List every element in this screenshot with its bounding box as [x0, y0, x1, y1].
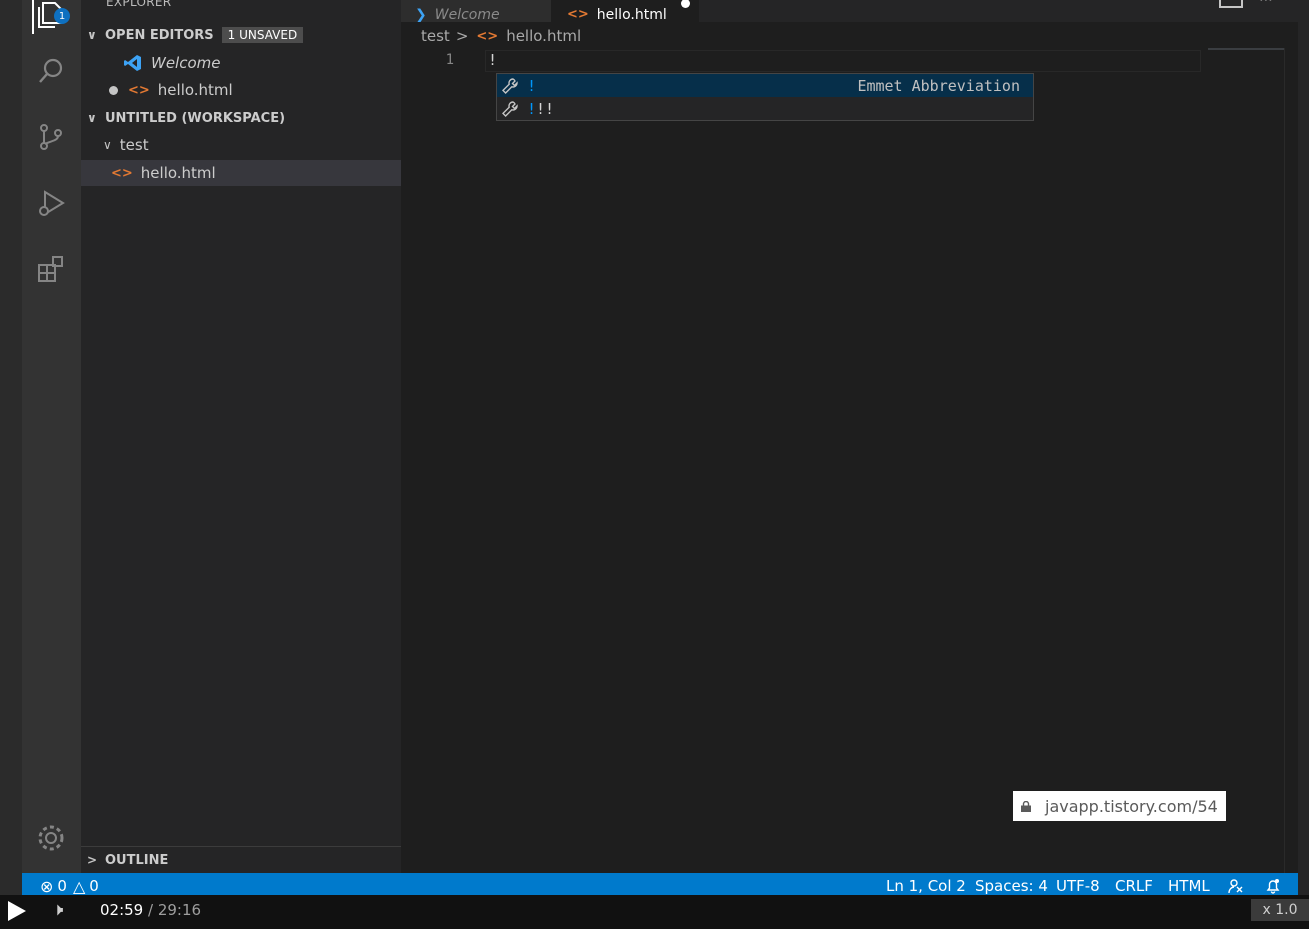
html-file-icon: <> — [567, 7, 589, 22]
chevron-down-icon: ∨ — [87, 28, 97, 42]
minimap[interactable] — [1208, 48, 1284, 50]
run-debug-icon — [39, 190, 65, 216]
editor-scrollbar[interactable] — [1284, 48, 1285, 873]
breadcrumb-folder[interactable]: test — [421, 27, 450, 45]
error-count: 0 — [57, 877, 67, 895]
open-editors-header[interactable]: ∨ OPEN EDITORS 1 UNSAVED — [81, 22, 401, 48]
activity-bar: 1 — [22, 0, 81, 873]
html-file-icon: <> — [476, 28, 499, 44]
suggest-widget: ! Emmet Abbreviation !!! — [496, 73, 1034, 121]
html-file-icon: <> — [128, 82, 150, 98]
volume-icon[interactable]: 🕨 — [52, 899, 63, 920]
open-editor-hello[interactable]: <> hello.html — [81, 77, 401, 103]
total-time: / 29:16 — [148, 901, 202, 919]
tab-bar: ❯ Welcome <> hello.html ⋯ — [401, 0, 1309, 22]
extensions-icon — [38, 256, 63, 282]
outer-window-strip — [0, 0, 22, 895]
current-time: 02:59 — [100, 901, 144, 919]
suggest-match: ! — [527, 99, 537, 118]
folder-label: test — [119, 136, 149, 154]
outline-label: OUTLINE — [105, 852, 169, 868]
suggest-item[interactable]: !!! — [497, 97, 1033, 120]
gear-icon — [38, 825, 64, 851]
open-editor-label: Welcome — [151, 54, 221, 72]
vscode-logo-icon — [124, 55, 141, 71]
wrench-icon — [502, 77, 518, 94]
search-icon — [39, 58, 63, 83]
breadcrumb-file[interactable]: hello.html — [506, 27, 581, 45]
file-label: hello.html — [140, 164, 216, 182]
more-actions-icon[interactable]: ⋯ — [1259, 0, 1273, 8]
tab-label: hello.html — [596, 7, 667, 22]
breadcrumb: test > <> hello.html — [421, 26, 581, 46]
unsaved-dot-icon[interactable] — [680, 0, 690, 8]
source-control-button[interactable] — [32, 118, 70, 156]
run-debug-button[interactable] — [32, 184, 70, 222]
watermark: javapp.tistory.com/54 — [1013, 791, 1226, 821]
workspace-header[interactable]: ∨ UNTITLED (WORKSPACE) — [81, 105, 401, 131]
wrench-icon — [502, 100, 518, 117]
unsaved-badge: 1 UNSAVED — [221, 27, 304, 43]
chevron-right-icon: > — [87, 853, 98, 867]
current-line-highlight — [485, 50, 1201, 72]
line-number: 1 — [445, 52, 454, 68]
workspace-label: UNTITLED (WORKSPACE) — [105, 110, 286, 126]
tab-welcome[interactable]: ❯ Welcome — [401, 0, 551, 22]
chevron-right-icon: > — [455, 27, 469, 45]
chevron-down-icon: ∨ — [103, 138, 112, 152]
suggest-item[interactable]: ! Emmet Abbreviation — [497, 74, 1033, 97]
explorer-sidebar: EXPLORER ∨ OPEN EDITORS 1 UNSAVED Welcom… — [81, 0, 401, 873]
suggest-label: ! — [527, 77, 536, 95]
playback-time: 02:59 / 29:16 — [100, 901, 201, 919]
split-editor-icon[interactable] — [1219, 0, 1243, 8]
lock-icon — [1021, 800, 1031, 812]
warning-icon: △ — [72, 876, 86, 896]
video-player-bar: 🕨 02:59 / 29:16 x 1.0 — [0, 895, 1309, 929]
code-line[interactable]: ! — [488, 51, 497, 69]
suggest-match: ! — [527, 76, 537, 95]
folder-test[interactable]: ∨ test — [81, 132, 401, 158]
outer-window-edge — [1298, 0, 1309, 895]
explorer-badge: 1 — [54, 8, 70, 24]
error-icon: ⊗ — [40, 876, 54, 896]
suggest-label: !!! — [527, 100, 554, 118]
active-indicator — [32, 0, 34, 34]
chevron-down-icon: ∨ — [87, 111, 97, 125]
file-hello-html[interactable]: <> hello.html — [81, 160, 401, 186]
suggest-rest: !! — [536, 99, 555, 118]
html-file-icon: <> — [111, 165, 133, 181]
watermark-text: javapp.tistory.com/54 — [1045, 796, 1218, 816]
open-editor-label: hello.html — [157, 81, 233, 99]
playback-speed[interactable]: x 1.0 — [1251, 899, 1309, 921]
source-control-icon — [40, 124, 62, 150]
manage-button[interactable] — [32, 819, 70, 857]
search-button[interactable] — [32, 52, 70, 90]
unsaved-dot-icon — [109, 85, 118, 95]
open-editor-welcome[interactable]: Welcome — [81, 50, 401, 76]
sidebar-title: EXPLORER — [106, 0, 172, 9]
tab-hello-html[interactable]: <> hello.html — [551, 0, 699, 22]
warning-count: 0 — [89, 877, 99, 895]
suggest-detail: Emmet Abbreviation — [857, 76, 1020, 95]
open-editors-label: OPEN EDITORS — [105, 27, 214, 43]
outline-header[interactable]: > OUTLINE — [81, 846, 401, 873]
play-icon[interactable] — [8, 901, 26, 921]
explorer-button[interactable]: 1 — [32, 0, 70, 34]
tab-label: Welcome — [434, 7, 500, 22]
vscode-logo-icon: ❯ — [415, 7, 427, 22]
extensions-button[interactable] — [32, 250, 70, 288]
